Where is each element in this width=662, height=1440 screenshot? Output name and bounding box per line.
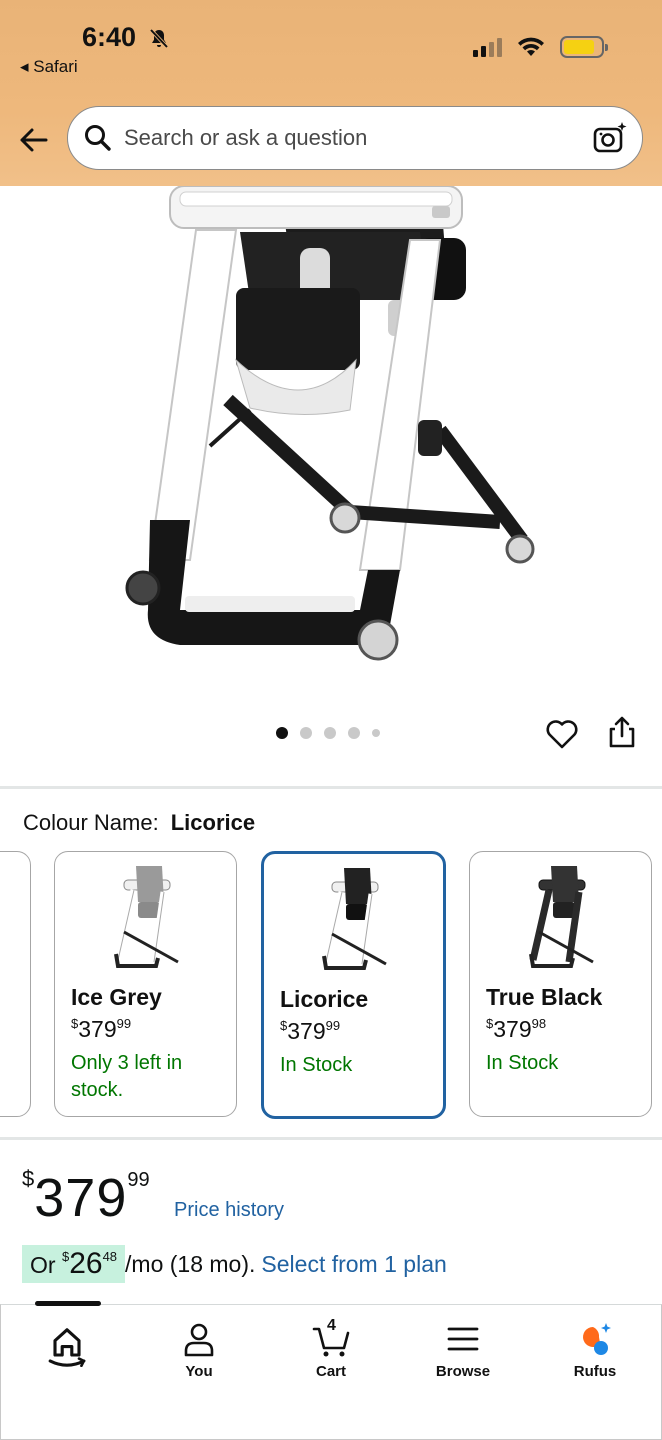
nav-browse[interactable]: Browse [403, 1319, 523, 1380]
search-bar[interactable] [67, 106, 643, 170]
battery-icon [560, 36, 608, 58]
colour-name-value: Licorice [170, 810, 256, 835]
swatch-name: Licorice [280, 986, 369, 1012]
wifi-icon [518, 37, 544, 56]
product-page: 6:40 ◂ Safari Search or ask a question C… [0, 0, 662, 1440]
swatch-price: $37999 [280, 1018, 341, 1044]
nav-cart-label: Cart [315, 1363, 346, 1380]
nav-cart[interactable]: 4 Cart [271, 1317, 391, 1380]
colour-swatch-partial[interactable] [0, 851, 31, 1117]
share-icon[interactable] [604, 714, 640, 750]
swatch-price: $37998 [486, 1016, 547, 1042]
installment-terms: /mo (18 mo). [125, 1250, 256, 1277]
colour-swatch-true-black[interactable]: True Black $37998 In Stock [469, 851, 652, 1117]
nav-you[interactable]: You [139, 1319, 259, 1380]
nav-rufus[interactable]: Rufus [535, 1319, 655, 1380]
nav-home[interactable] [7, 1319, 127, 1367]
rufus-icon [583, 1323, 611, 1355]
swatch-thumbnail [321, 868, 387, 970]
bottom-navigation: You 4 Cart Browse Rufus [0, 1301, 662, 1440]
back-arrow-icon[interactable] [14, 120, 54, 160]
nav-rufus-label: Rufus [573, 1363, 617, 1380]
section-divider [0, 786, 662, 789]
swatch-stock-status: In Stock [280, 1054, 353, 1076]
section-divider [0, 1137, 662, 1140]
product-image[interactable] [0, 186, 662, 716]
status-indicators [473, 36, 608, 58]
signal-icon [473, 37, 502, 57]
price-history-link[interactable]: Price history [174, 1199, 284, 1222]
colour-swatch-licorice[interactable]: Licorice $37999 In Stock [261, 851, 446, 1119]
swatch-name: Ice Grey [71, 984, 162, 1010]
select-plan-link[interactable]: Select from 1 plan [261, 1251, 446, 1278]
swatch-thumbnail [113, 866, 179, 968]
pagination-dot[interactable] [324, 727, 336, 739]
swatch-stock-status: Only 3 left in stock. [71, 1052, 183, 1101]
colour-name-label: Colour Name: [23, 810, 159, 835]
swatch-name: True Black [486, 984, 603, 1010]
installment-highlight: Or $2648 [22, 1245, 126, 1283]
user-icon [184, 1323, 214, 1357]
pagination-dot[interactable] [276, 727, 288, 739]
swatch-stock-status: In Stock [486, 1052, 559, 1074]
swatch-thumbnail [528, 866, 594, 968]
active-tab-indicator [35, 1301, 101, 1306]
colour-swatch-ice-grey[interactable]: Ice Grey $37999 Only 3 left in stock. [54, 851, 237, 1117]
nav-browse-label: Browse [435, 1363, 491, 1380]
colour-name-row: Colour Name: Licorice [23, 810, 255, 836]
header: 6:40 ◂ Safari [0, 0, 662, 186]
installment-offer: Or $2648 /mo (18 mo). Select from 1 plan [22, 1245, 447, 1283]
pagination-dot[interactable] [372, 729, 380, 737]
home-icon [48, 1328, 86, 1367]
pagination-dot[interactable] [300, 727, 312, 739]
menu-icon [447, 1327, 479, 1351]
swatch-price: $37999 [71, 1016, 132, 1042]
nav-you-label: You [185, 1363, 213, 1380]
pagination-dot[interactable] [348, 727, 360, 739]
silent-bell-icon [149, 28, 169, 49]
status-time: 6:40 [82, 22, 137, 52]
search-icon [85, 125, 111, 151]
camera-search-icon[interactable] [592, 121, 628, 157]
back-to-safari[interactable]: ◂ Safari [20, 57, 78, 77]
cart-count: 4 [327, 1317, 336, 1334]
image-pagination-dots[interactable] [276, 727, 380, 739]
product-price: $37999 [22, 1166, 150, 1228]
wishlist-heart-icon[interactable] [544, 716, 580, 752]
search-input[interactable] [124, 125, 564, 151]
